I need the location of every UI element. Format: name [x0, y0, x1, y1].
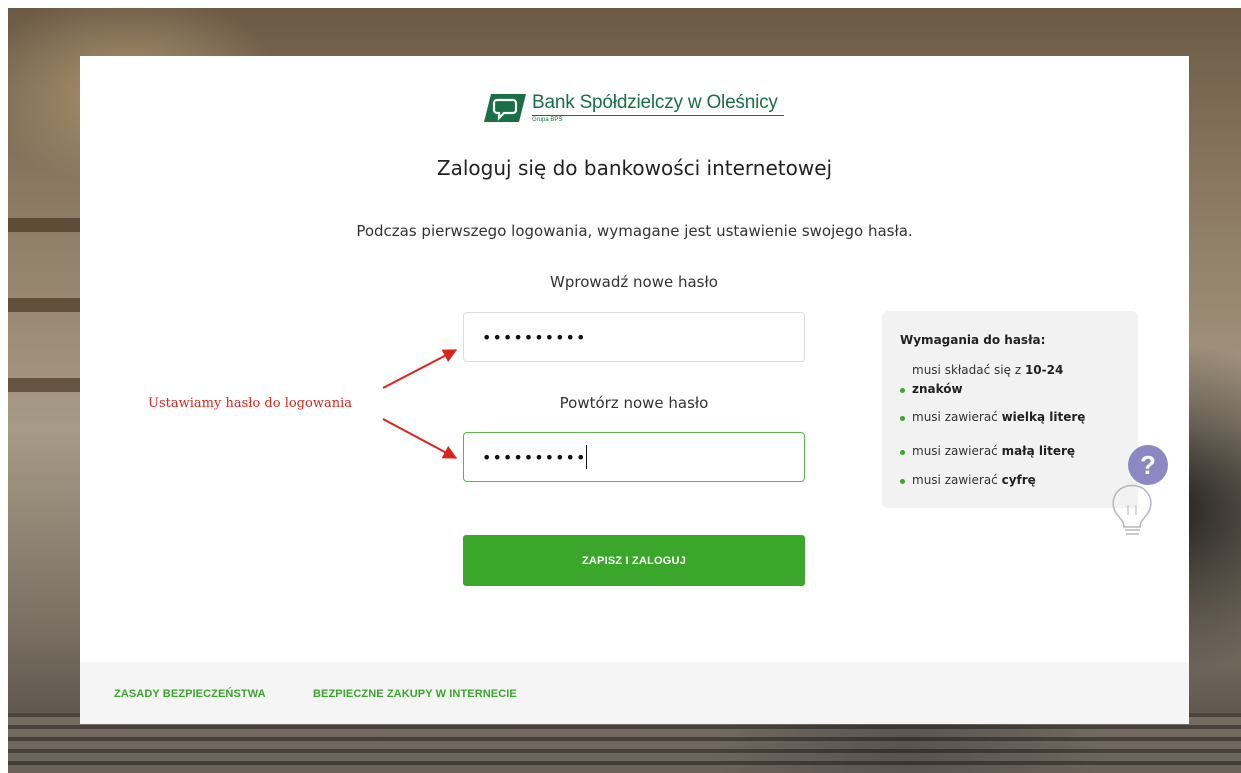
- page-title: Zaloguj się do bankowości internetowej: [436, 156, 833, 180]
- requirement-item: musi zawierać małą literę: [900, 442, 1075, 461]
- logo-underline: [532, 115, 784, 116]
- repeat-password-input[interactable]: [463, 432, 805, 482]
- password-requirements-panel: Wymagania do hasła: musi składać się z 1…: [882, 311, 1138, 508]
- bullet-icon: [900, 479, 905, 484]
- text-caret: [586, 445, 587, 469]
- bank-group: Grupa BPS: [532, 117, 563, 123]
- bullet-icon: [900, 450, 905, 455]
- requirement-item: musi zawierać cyfrę: [900, 471, 1036, 490]
- svg-text:?: ?: [1140, 450, 1156, 480]
- bank-logo-icon: [484, 94, 526, 122]
- safe-shopping-link[interactable]: BEZPIECZNE ZAKUPY W INTERNECIE: [313, 688, 517, 700]
- background-plank: [8, 378, 88, 392]
- security-rules-link[interactable]: ZASADY BEZPIECZEŃSTWA: [114, 688, 266, 700]
- bullet-icon: [900, 388, 905, 393]
- background-plank: [8, 298, 88, 312]
- lightbulb-question-icon: ?: [1112, 445, 1168, 535]
- background-plank: [8, 218, 88, 232]
- new-password-label: Wprowadź nowe hasło: [550, 273, 718, 291]
- bullet-icon: [900, 416, 905, 421]
- requirement-item: musi zawierać wielką literę: [900, 408, 1085, 427]
- intro-text: Podczas pierwszego logowania, wymagane j…: [356, 222, 913, 240]
- requirements-title: Wymagania do hasła:: [900, 333, 1046, 347]
- annotation-label: Ustawiamy hasło do logowania: [148, 396, 352, 411]
- bank-name: Bank Spółdzielczy w Oleśnicy: [532, 92, 778, 113]
- login-card: Bank Spółdzielczy w Oleśnicy Grupa BPS Z…: [80, 56, 1189, 724]
- save-and-login-button[interactable]: ZAPISZ I ZALOGUJ: [463, 535, 805, 586]
- bank-logo: Bank Spółdzielczy w Oleśnicy Grupa BPS: [484, 92, 794, 126]
- repeat-password-label: Powtórz nowe hasło: [559, 394, 709, 412]
- new-password-input[interactable]: [463, 312, 805, 362]
- footer: ZASADY BEZPIECZEŃSTWA BEZPIECZNE ZAKUPY …: [80, 662, 1189, 724]
- requirement-item: musi składać się z 10-24 znaków: [900, 361, 1102, 399]
